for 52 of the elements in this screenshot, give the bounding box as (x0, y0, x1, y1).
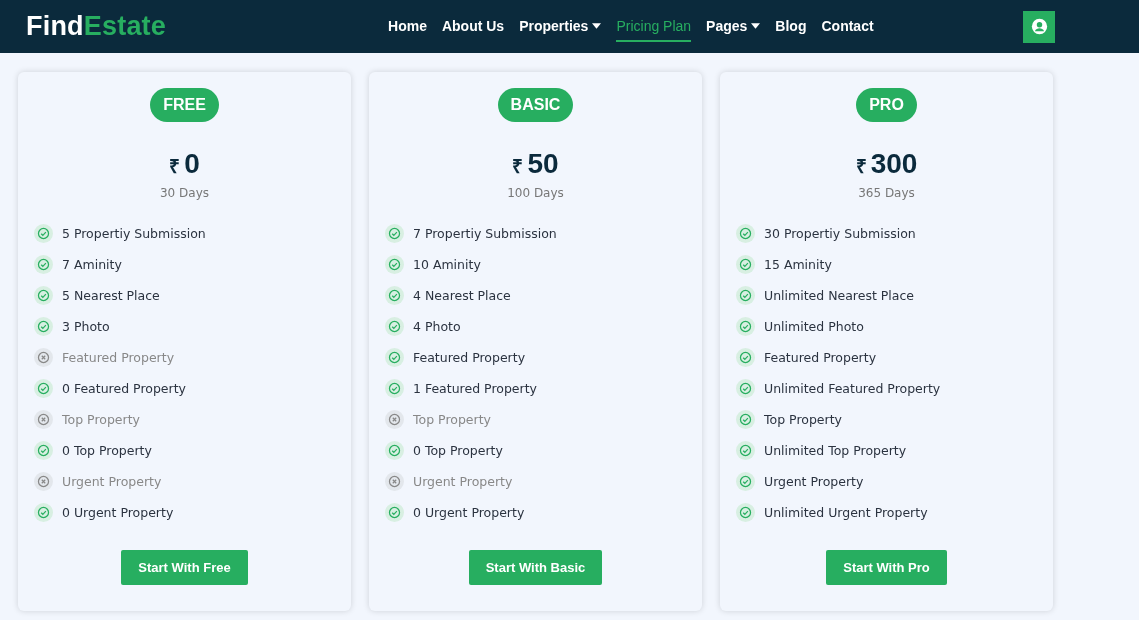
feature-text: 15 Aminity (764, 257, 832, 272)
feature-text: Urgent Property (764, 474, 864, 489)
feature-text: 4 Nearest Place (413, 288, 511, 303)
feature-text: 30 Propertiy Submission (764, 226, 916, 241)
feature-text: Top Property (413, 412, 491, 427)
feature-text: 5 Nearest Place (62, 288, 160, 303)
nav-link[interactable]: About Us (441, 11, 505, 42)
feature-text: Unlimited Nearest Place (764, 288, 915, 303)
nav-link[interactable]: Contact (821, 11, 874, 42)
plan-name-badge: FREE (150, 88, 219, 122)
feature-text: Urgent Property (413, 474, 513, 489)
nav-link[interactable]: Blog (775, 11, 807, 42)
user-account-button[interactable] (1023, 10, 1055, 43)
feature-text: 0 Featured Property (62, 381, 186, 396)
feature-text: 0 Urgent Property (413, 505, 525, 520)
currency-symbol: ₹ (512, 155, 524, 179)
plan-name-badge: PRO (856, 88, 917, 122)
currency-symbol: ₹ (855, 155, 867, 179)
feature-text: 3 Photo (62, 319, 110, 334)
nav-link[interactable]: Pricing Plan (616, 11, 692, 42)
feature-text: 0 Urgent Property (62, 505, 174, 520)
feature-text: 4 Photo (413, 319, 461, 334)
currency-symbol: ₹ (169, 155, 181, 179)
plan-duration: 100 Days (507, 186, 564, 200)
price-amount: 50 (527, 148, 559, 180)
feature-text: Unlimited Featured Property (764, 381, 941, 396)
nav-link[interactable]: Pages (706, 11, 761, 42)
feature-text: 7 Propertiy Submission (413, 226, 557, 241)
feature-text: Unlimited Photo (764, 319, 864, 334)
feature-text: Top Property (764, 412, 842, 427)
feature-text: Unlimited Top Property (764, 443, 907, 458)
feature-text: Urgent Property (62, 474, 162, 489)
nav-link[interactable]: Home (388, 11, 427, 42)
plan-duration: 365 Days (858, 186, 915, 200)
feature-text: Top Property (62, 412, 140, 427)
nav-link[interactable]: Properties (519, 11, 602, 42)
logo[interactable]: FindEstate (26, 11, 167, 42)
feature-text: 0 Top Property (413, 443, 503, 458)
feature-text: 1 Featured Property (413, 381, 537, 396)
feature-text: 0 Top Property (62, 443, 152, 458)
feature-text: 10 Aminity (413, 257, 481, 272)
feature-text: Featured Property (764, 350, 877, 365)
plan-name-badge: BASIC (497, 88, 574, 122)
feature-text: Unlimited Urgent Property (764, 505, 928, 520)
feature-text: Featured Property (413, 350, 526, 365)
plan-duration: 30 Days (160, 186, 209, 200)
user-icon (1030, 18, 1048, 35)
feature-text: Featured Property (62, 350, 175, 365)
price-amount: 300 (870, 148, 918, 180)
feature-text: 7 Aminity (62, 257, 122, 272)
price-amount: 0 (184, 148, 200, 180)
feature-text: 5 Propertiy Submission (62, 226, 206, 241)
